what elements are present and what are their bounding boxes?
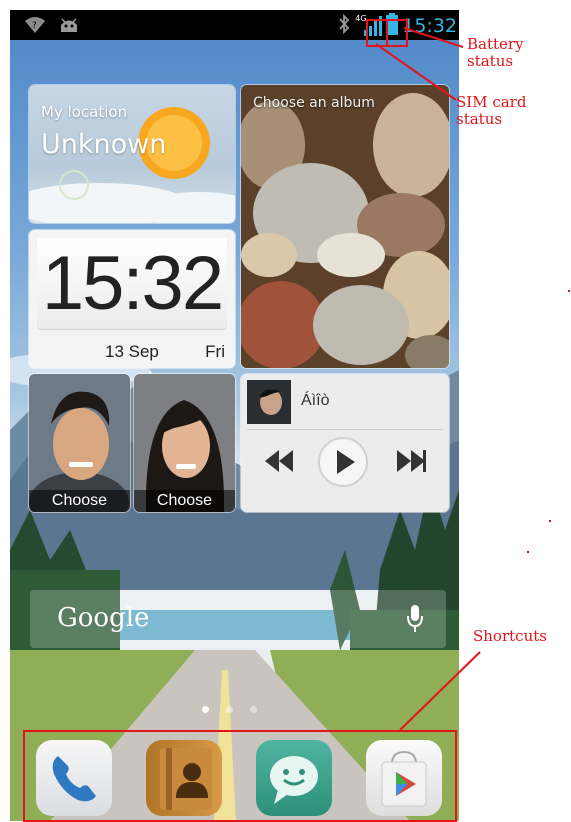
battery-annotation-line1: Battery bbox=[467, 35, 524, 53]
battery-status-annotation: Battery status bbox=[467, 36, 524, 70]
sim-status-annotation: SIM card status bbox=[456, 94, 526, 128]
sim-annotation-line1: SIM card bbox=[456, 93, 527, 111]
sim-annotation-line2: status bbox=[456, 110, 503, 128]
battery-annotation-line2: status bbox=[467, 52, 514, 70]
shortcuts-annotation: Shortcuts bbox=[473, 627, 547, 645]
